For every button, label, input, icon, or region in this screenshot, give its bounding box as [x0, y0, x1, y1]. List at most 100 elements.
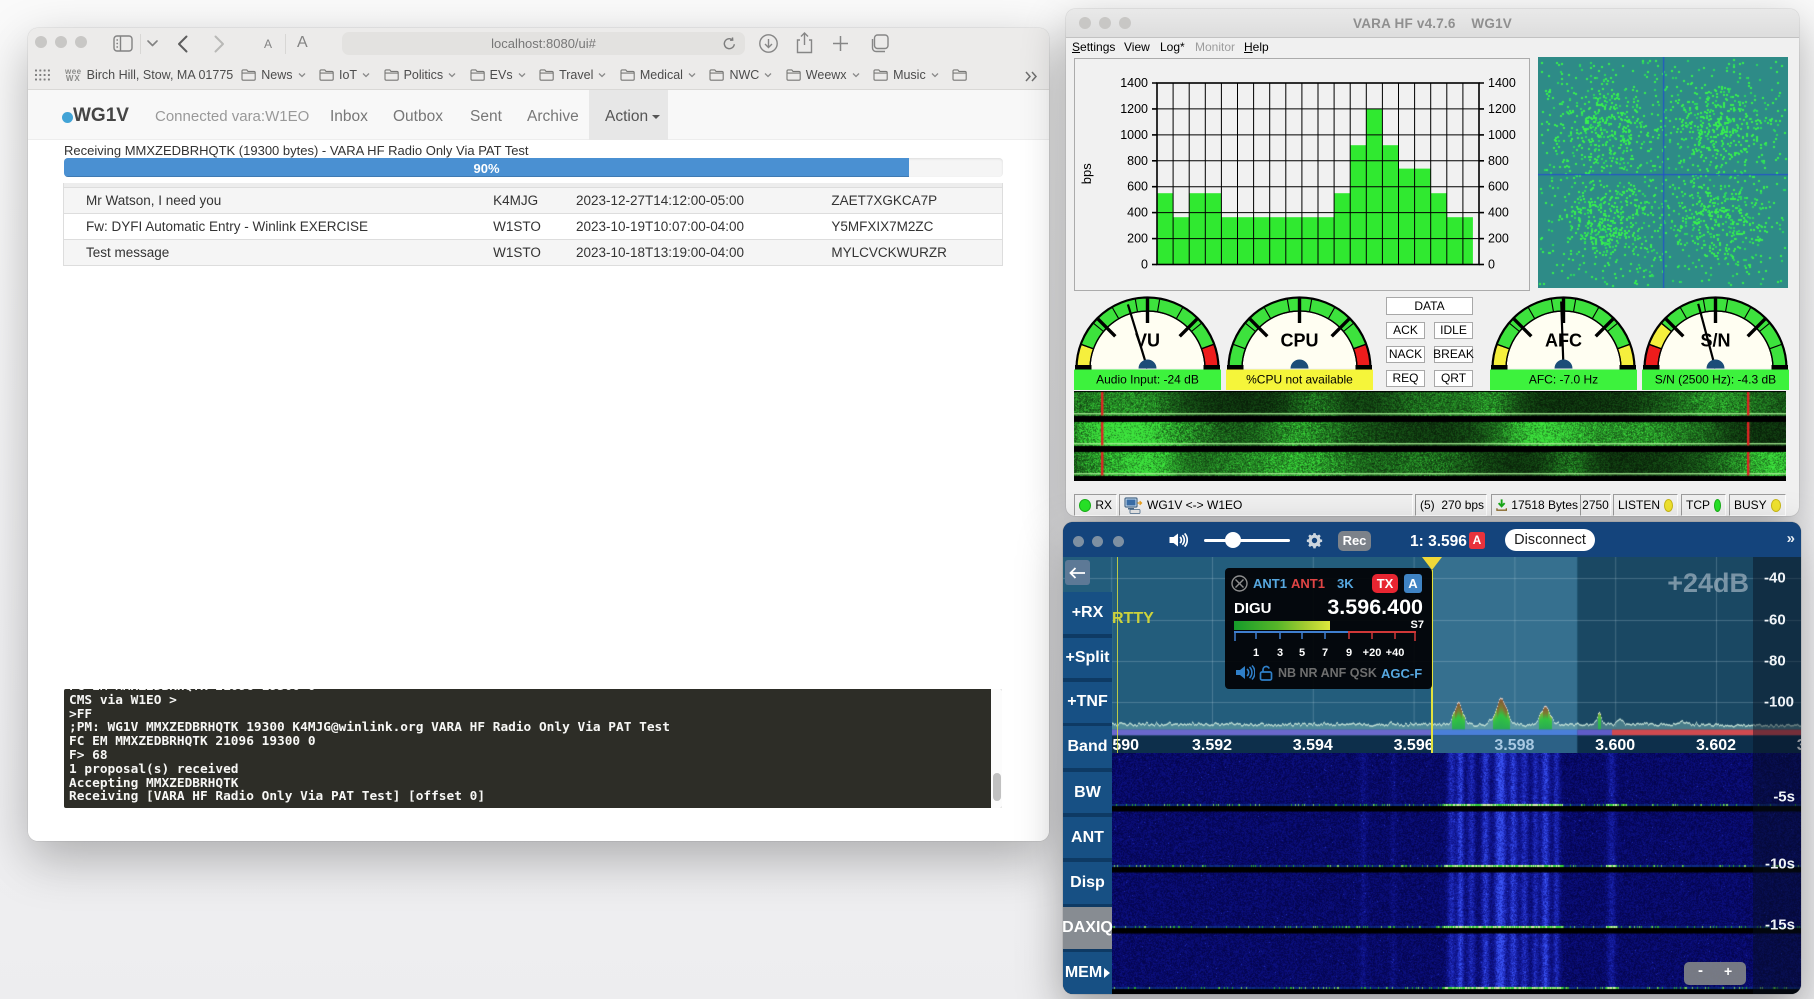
volume-slider-track[interactable]: [1204, 539, 1290, 542]
dsp-buttons-label[interactable]: NB NR ANF QSK: [1278, 666, 1377, 680]
chevron-down-icon: [298, 71, 306, 79]
agc-label[interactable]: AGC-F: [1381, 666, 1422, 681]
sidebar-button-mem[interactable]: MEM: [1063, 952, 1112, 994]
zoom-in-button[interactable]: +: [1724, 963, 1732, 979]
text-larger-button[interactable]: A: [297, 34, 308, 52]
pat-brand[interactable]: WG1V: [73, 105, 129, 127]
window-zoom-button[interactable]: [75, 36, 87, 48]
sdr-waterfall-display[interactable]: [1063, 753, 1801, 994]
tx-badge[interactable]: TX: [1372, 574, 1398, 593]
smartsdr-window: 3.5903.5923.5943.5963.5983.6003.6023.604…: [1063, 522, 1801, 994]
bookmark-folder-nwc[interactable]: NWC: [709, 68, 772, 82]
freq-scale-label: 3.602: [1696, 737, 1736, 755]
filter-width-label[interactable]: 3K: [1337, 576, 1354, 591]
volume-slider-thumb[interactable]: [1225, 532, 1241, 548]
volume-icon[interactable]: [1169, 532, 1188, 548]
vara-hf-window: VARA HF v4.7.6 WG1V Settings View Log* M…: [1066, 9, 1799, 516]
bookmark-folder-medical[interactable]: Medical: [620, 68, 696, 82]
sidebar-toggle-icon[interactable]: [113, 35, 133, 52]
text-smaller-button[interactable]: A: [264, 37, 272, 51]
window-close-button[interactable]: [35, 36, 47, 48]
sidebar-button-disp[interactable]: Disp: [1063, 862, 1112, 904]
bookmark-folder-music[interactable]: Music: [873, 68, 939, 82]
status-rx-panel: RX: [1074, 494, 1117, 516]
menu-view[interactable]: View: [1124, 40, 1150, 54]
table-row[interactable]: Mr Watson, I need you K4MJG 2023-12-27T1…: [64, 188, 1002, 214]
frequently-visited-icon[interactable]: [34, 67, 51, 83]
terminal-scrollbar-thumb[interactable]: [993, 773, 1001, 801]
forward-button-icon[interactable]: [214, 35, 225, 53]
table-row[interactable]: Test message W1STO 2023-10-18T13:19:00-0…: [64, 240, 1002, 266]
folder-label: Travel: [559, 68, 593, 82]
menu-monitor[interactable]: Monitor: [1195, 40, 1235, 54]
address-bar-url: localhost:8080/ui#: [491, 36, 596, 51]
bookmark-folder-travel[interactable]: Travel: [539, 68, 606, 82]
nav-action-dropdown[interactable]: Action: [589, 90, 668, 140]
address-bar[interactable]: localhost:8080/ui#: [342, 32, 745, 55]
disconnect-button[interactable]: Disconnect: [1505, 529, 1595, 551]
session-log-terminal[interactable]: FC EM MMXZEDBRHQTK 21096 19300 0 CMS via…: [64, 689, 1002, 808]
menu-log[interactable]: Log*: [1160, 40, 1185, 54]
idle-indicator: IDLE: [1434, 322, 1473, 340]
settings-gear-icon[interactable]: [1306, 532, 1323, 549]
slice-letter-badge[interactable]: A: [1404, 574, 1422, 593]
status-counter-panel: 2750: [1580, 494, 1611, 516]
window-close-button[interactable]: [1073, 536, 1084, 547]
vu-gauge: VUAudio Input: -24 dB: [1074, 294, 1221, 390]
vara-titlebar[interactable]: VARA HF v4.7.6 WG1V: [1066, 9, 1799, 38]
reload-icon[interactable]: [723, 37, 736, 51]
tab-overview-icon[interactable]: [869, 34, 889, 53]
share-icon[interactable]: [796, 32, 813, 54]
sdr-titlebar[interactable]: Rec 1: 3.596 A Disconnect »: [1063, 522, 1801, 557]
record-button[interactable]: Rec: [1338, 531, 1371, 551]
nav-inbox[interactable]: Inbox: [330, 108, 368, 126]
slice-frequency[interactable]: 3.596.400: [1327, 595, 1423, 620]
folder-icon: [620, 69, 635, 81]
new-tab-icon[interactable]: [832, 35, 849, 52]
zoom-out-button[interactable]: -: [1698, 962, 1703, 979]
sidebar-button-daxiq[interactable]: DAXIQ: [1063, 907, 1112, 949]
table-row[interactable]: Fw: DYFI Automatic Entry - Winlink EXERC…: [64, 214, 1002, 240]
bookmark-folder-news[interactable]: News: [241, 68, 305, 82]
sidebar-button-tnf[interactable]: +TNF: [1063, 682, 1112, 724]
sidebar-button-ant[interactable]: ANT: [1063, 817, 1112, 859]
bookmark-folder-evs[interactable]: EVs: [470, 68, 526, 82]
sidebar-chevron-icon[interactable]: [147, 40, 158, 47]
menu-settings[interactable]: Settings: [1072, 40, 1115, 54]
mode-label[interactable]: DIGU: [1234, 600, 1272, 617]
sidebar-button-band[interactable]: Band: [1063, 726, 1112, 768]
bookmark-folder-iot[interactable]: IoT: [319, 68, 370, 82]
cell-subject: Fw: DYFI Automatic Entry - Winlink EXERC…: [64, 219, 485, 234]
bookmarks-overflow-icon[interactable]: [1025, 71, 1038, 82]
menu-help[interactable]: Help: [1244, 40, 1269, 54]
sidebar-button-rx[interactable]: +RX: [1063, 592, 1112, 634]
tx-antenna-label[interactable]: ANT1: [1291, 576, 1325, 591]
window-minimize-button[interactable]: [55, 36, 67, 48]
sidebar-button-bw[interactable]: BW: [1063, 772, 1112, 814]
window-zoom-button[interactable]: [1113, 536, 1124, 547]
close-slice-icon[interactable]: [1231, 575, 1248, 592]
titlebar-more-icon[interactable]: »: [1787, 530, 1793, 547]
menu-collapse-button[interactable]: [1065, 560, 1090, 585]
terminal-scrollbar[interactable]: [991, 689, 1002, 808]
lock-icon[interactable]: [1259, 665, 1273, 681]
rx-antenna-label[interactable]: ANT1: [1253, 576, 1287, 591]
slice-flag[interactable]: ANT1 ANT1 3K TX A DIGU 3.596.400 S7 1 3 …: [1225, 568, 1432, 689]
bookmark-folder-weewx[interactable]: Weewx: [786, 68, 860, 82]
downloads-icon[interactable]: [759, 34, 778, 53]
nav-outbox[interactable]: Outbox: [393, 108, 443, 126]
nav-sent[interactable]: Sent: [470, 108, 502, 126]
back-arrow-icon: [1069, 567, 1086, 579]
window-minimize-button[interactable]: [1092, 536, 1103, 547]
bookmark-folder-clipped[interactable]: [952, 68, 967, 82]
gain-label: +24dB: [1667, 568, 1749, 599]
safari-window: A A localhost:8080/ui#: [28, 28, 1049, 841]
nav-archive[interactable]: Archive: [527, 108, 579, 126]
bookmark-site-label[interactable]: Birch Hill, Stow, MA 01775: [87, 68, 234, 82]
sidebar-button-split[interactable]: +Split: [1063, 638, 1112, 679]
bookmark-folder-politics[interactable]: Politics: [384, 68, 457, 82]
weewx-logo[interactable]: wee WX: [65, 68, 82, 82]
audio-mute-icon[interactable]: [1235, 664, 1255, 681]
back-button-icon[interactable]: [177, 35, 188, 53]
listen-label: LISTEN: [1618, 498, 1660, 512]
